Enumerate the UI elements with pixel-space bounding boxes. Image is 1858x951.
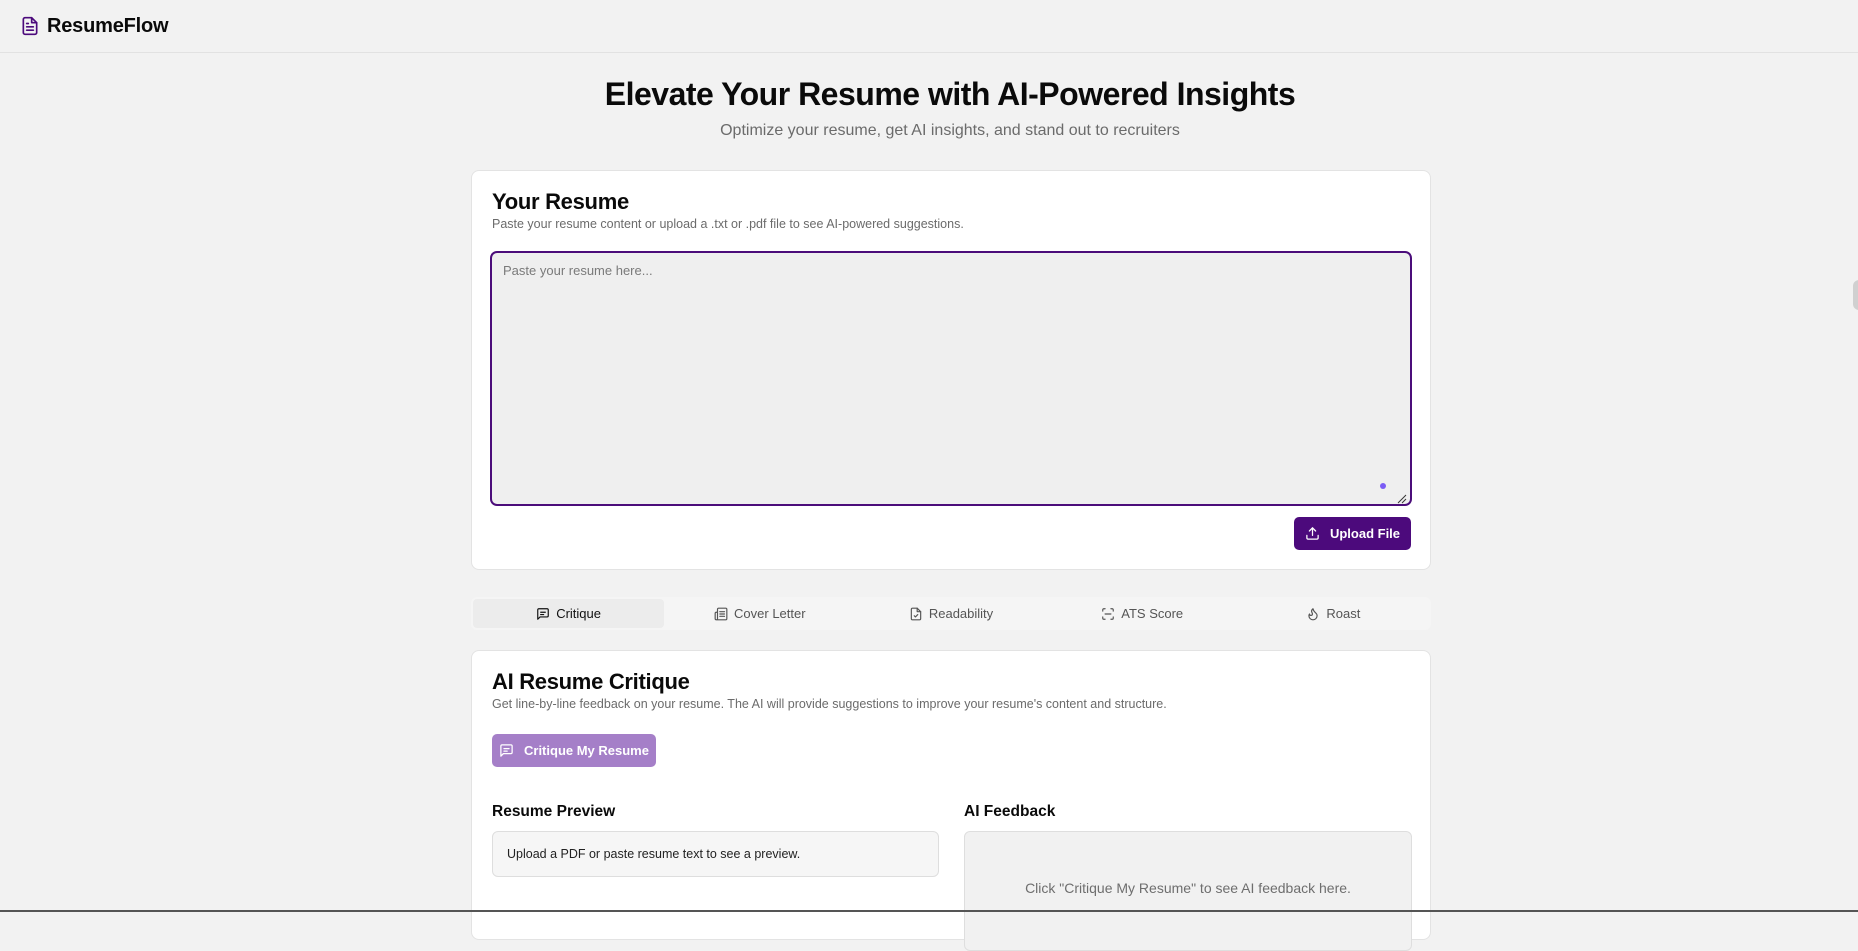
message-square-icon — [536, 607, 550, 621]
critique-title: AI Resume Critique — [492, 669, 690, 694]
tab-roast[interactable]: Roast — [1238, 599, 1429, 628]
hero-title: Elevate Your Resume with AI-Powered Insi… — [604, 76, 1296, 112]
resume-preview-heading: Resume Preview — [492, 803, 616, 820]
resume-card: Your Resume Paste your resume content or… — [471, 170, 1431, 570]
critique-description: Get line-by-line feedback on your resume… — [492, 697, 1167, 711]
top-navbar: ResumeFlow — [0, 0, 1858, 53]
tab-critique-label: Critique — [556, 606, 601, 621]
critique-button-label: Critique My Resume — [524, 743, 649, 758]
resume-textarea[interactable] — [490, 251, 1412, 506]
resize-handle-icon[interactable] — [1397, 491, 1407, 504]
analysis-tabs: Critique Cover Letter Readability ATS Sc… — [471, 597, 1431, 630]
upload-icon — [1305, 526, 1320, 541]
tab-cover-letter-label: Cover Letter — [734, 606, 806, 621]
tab-readability-label: Readability — [928, 606, 994, 621]
upload-file-label: Upload File — [1329, 526, 1401, 541]
tab-readability[interactable]: Readability — [855, 599, 1046, 628]
tab-critique[interactable]: Critique — [473, 599, 665, 628]
file-check-icon — [909, 607, 923, 621]
file-text-icon — [20, 16, 40, 36]
message-square-icon — [499, 743, 514, 758]
tab-cover-letter[interactable]: Cover Letter — [664, 599, 855, 628]
ai-feedback-heading: AI Feedback — [964, 803, 1056, 820]
brand-name[interactable]: ResumeFlow — [47, 15, 169, 38]
tab-roast-label: Roast — [1326, 606, 1361, 621]
critique-card: AI Resume Critique Get line-by-line feed… — [471, 650, 1431, 951]
tab-ats-score-label: ATS Score — [1121, 606, 1184, 621]
scan-icon — [1101, 607, 1115, 621]
resume-preview-box: Upload a PDF or paste resume text to see… — [492, 831, 939, 877]
input-assistant-dot — [1380, 483, 1386, 489]
ai-feedback-box: Click "Critique My Resume" to see AI fee… — [964, 831, 1412, 951]
scrollbar-edge[interactable] — [1853, 280, 1858, 310]
upload-file-button[interactable]: Upload File — [1294, 517, 1411, 550]
resume-card-description: Paste your resume content or upload a .t… — [492, 217, 964, 231]
hero-subtitle: Optimize your resume, get AI insights, a… — [720, 122, 1180, 139]
newspaper-icon — [714, 607, 728, 621]
tab-ats-score[interactable]: ATS Score — [1047, 599, 1238, 628]
flame-icon — [1306, 607, 1320, 621]
resume-card-title: Your Resume — [492, 189, 629, 214]
critique-my-resume-button[interactable]: Critique My Resume — [492, 734, 656, 767]
